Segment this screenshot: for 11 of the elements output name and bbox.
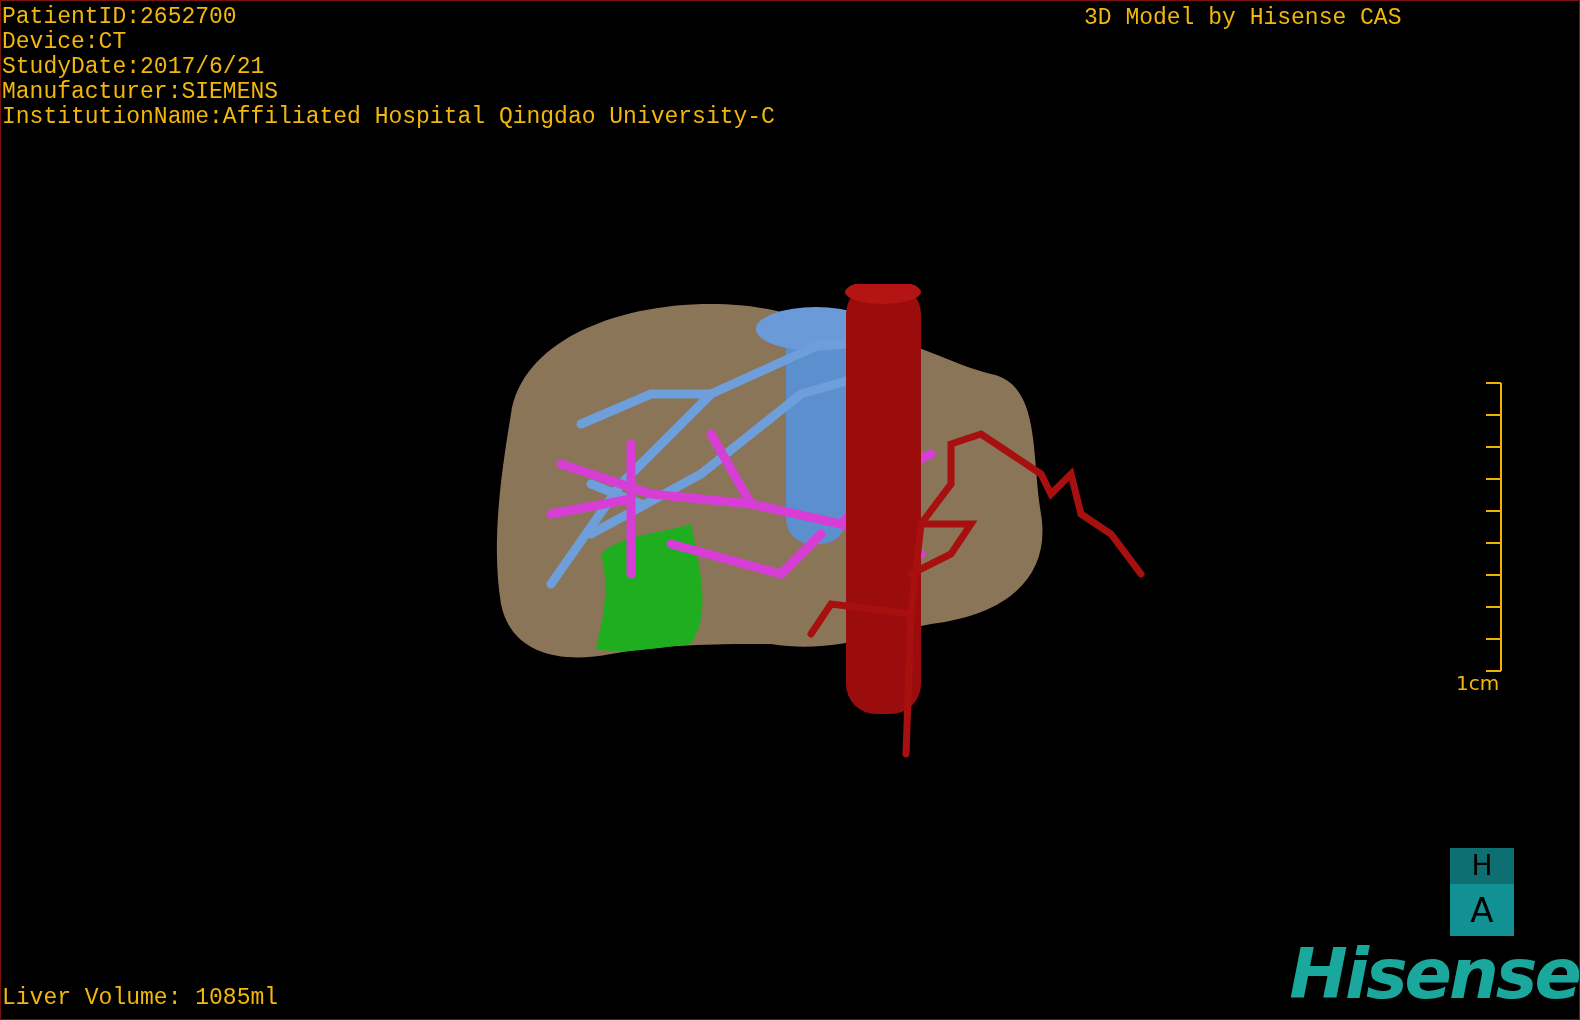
liver-volume-text: Liver Volume: 1085ml [2, 986, 279, 1011]
study-info-text: InstitutionName:Affiliated Hospital Qingdao University-C [2, 105, 775, 130]
scale-bar-label: 1cm [1456, 672, 1500, 694]
study-info-text: PatientID:2652700 [2, 5, 237, 30]
study-info-text: Device:CT [2, 30, 127, 55]
study-info-text: StudyDate:2017/6/21 [2, 55, 265, 80]
brand-logo: Hisense [1289, 936, 1579, 1012]
study-info-text: Manufacturer:SIEMENS [2, 80, 279, 105]
viewer-title: 3D Model by Hisense CAS [1084, 6, 1402, 31]
orientation-marker-top: H [1450, 848, 1514, 884]
orientation-marker-bottom: A [1450, 884, 1514, 936]
